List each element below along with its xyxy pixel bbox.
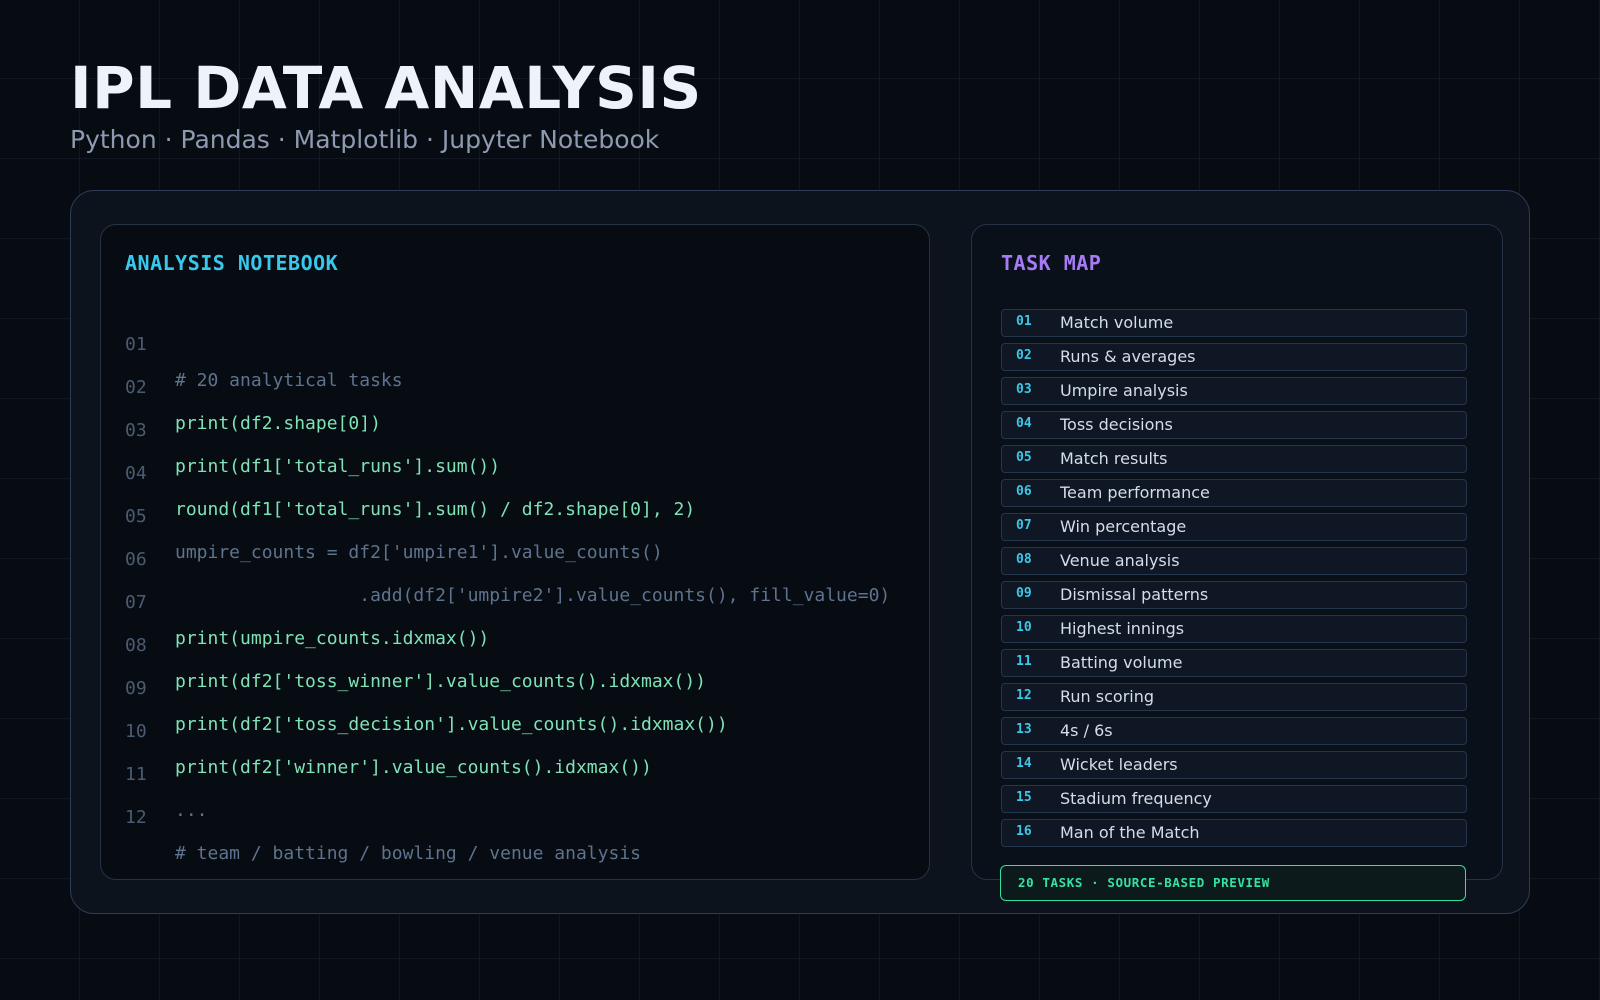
code-text: # team / batting / bowling / venue analy… [175,843,641,864]
code-line: 12 # team / batting / bowling / venue an… [125,764,929,864]
task-item: 10 Highest innings [1001,615,1467,643]
task-item: 07 Win percentage [1001,513,1467,541]
header: IPL DATA ANALYSIS Python · Pandas · Matp… [70,52,702,156]
code-line: 05 umpire_counts = df2['umpire1'].value_… [125,463,929,563]
content-card: ANALYSIS NOTEBOOK 01 # 20 analytical tas… [70,190,1530,914]
task-item: 02 Runs & averages [1001,343,1467,371]
task-number: 04 [1016,416,1032,431]
task-number: 16 [1016,824,1032,839]
task-summary-badge: 20 TASKS · SOURCE-BASED PREVIEW [1000,865,1466,901]
task-label: Venue analysis [1060,551,1180,570]
task-label: Dismissal patterns [1060,585,1209,604]
task-item: 09 Dismissal patterns [1001,581,1467,609]
line-number: 12 [125,807,147,828]
code-line: 04 round(df1['total_runs'].sum() / df2.s… [125,420,929,520]
task-number: 01 [1016,314,1032,329]
task-item: 12 Run scoring [1001,683,1467,711]
task-number: 02 [1016,348,1032,363]
task-item: 04 Toss decisions [1001,411,1467,439]
task-item: 15 Stadium frequency [1001,785,1467,813]
task-label: Wicket leaders [1060,755,1178,774]
task-label: Batting volume [1060,653,1183,672]
task-number: 13 [1016,722,1032,737]
task-label: Match volume [1060,313,1174,332]
task-number: 14 [1016,756,1032,771]
code-line: 02 print(df2.shape[0]) [125,334,929,434]
notebook-title: ANALYSIS NOTEBOOK [125,251,339,275]
task-number: 15 [1016,790,1032,805]
code-line: 07 print(umpire_counts.idxmax()) [125,549,929,649]
task-item: 05 Match results [1001,445,1467,473]
code-line: 08 print(df2['toss_winner'].value_counts… [125,592,929,692]
task-label: Highest innings [1060,619,1185,638]
task-number: 03 [1016,382,1032,397]
task-label: Toss decisions [1060,415,1173,434]
task-label: Stadium frequency [1060,789,1212,808]
task-item: 01 Match volume [1001,309,1467,337]
task-number: 05 [1016,450,1032,465]
code-line: 10 print(df2['winner'].value_counts().id… [125,678,929,778]
task-label: Match results [1060,449,1168,468]
task-number: 12 [1016,688,1032,703]
task-label: Team performance [1060,483,1210,502]
task-number: 10 [1016,620,1032,635]
code-line: 01 # 20 analytical tasks [125,291,929,391]
task-map-panel: TASK MAP 01 Match volume 02 Runs & avera… [971,224,1503,880]
code-line: 09 print(df2['toss_decision'].value_coun… [125,635,929,735]
task-label: Runs & averages [1060,347,1196,366]
task-label: 4s / 6s [1060,721,1113,740]
task-label: Man of the Match [1060,823,1200,842]
analysis-notebook-panel: ANALYSIS NOTEBOOK 01 # 20 analytical tas… [100,224,930,880]
task-item: 03 Umpire analysis [1001,377,1467,405]
task-item: 08 Venue analysis [1001,547,1467,575]
task-item: 13 4s / 6s [1001,717,1467,745]
task-number: 07 [1016,518,1032,533]
code-line: 11 ... [125,721,929,821]
code-line: 06 .add(df2['umpire2'].value_counts(), f… [125,506,929,606]
task-list: 01 Match volume 02 Runs & averages 03 Um… [1001,309,1467,853]
task-item: 14 Wicket leaders [1001,751,1467,779]
code-list: 01 # 20 analytical tasks 02 print(df2.sh… [125,291,929,864]
task-map-title: TASK MAP [1001,251,1102,275]
task-number: 06 [1016,484,1032,499]
task-label: Run scoring [1060,687,1155,706]
task-item: 16 Man of the Match [1001,819,1467,847]
task-number: 08 [1016,552,1032,567]
task-item: 06 Team performance [1001,479,1467,507]
task-label: Umpire analysis [1060,381,1188,400]
task-summary-text: 20 TASKS · SOURCE-BASED PREVIEW [1018,875,1270,890]
task-number: 11 [1016,654,1032,669]
task-item: 11 Batting volume [1001,649,1467,677]
page-title: IPL DATA ANALYSIS [70,54,702,122]
task-number: 09 [1016,586,1032,601]
task-label: Win percentage [1060,517,1187,536]
code-line: 03 print(df1['total_runs'].sum()) [125,377,929,477]
page-subtitle: Python · Pandas · Matplotlib · Jupyter N… [70,125,660,154]
